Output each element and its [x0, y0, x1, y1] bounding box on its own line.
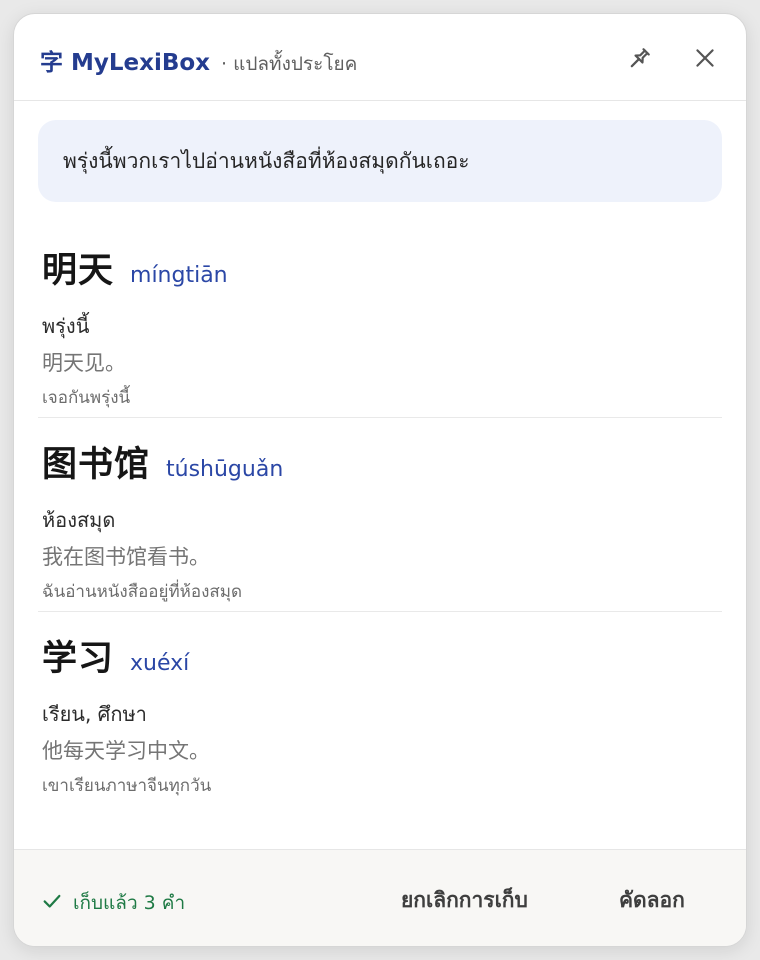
word-entry: 学习 xuéxí เรียน, ศึกษา 他每天学习中文。 เขาเรียนภ…: [38, 612, 722, 806]
entry-example-translation: ฉันอ่านหนังสืออยู่ที่ห้องสมุด: [42, 582, 243, 602]
word-entry: 图书馆 túshūguǎn ห้องสมุด 我在图书馆看书。 ฉันอ่านห…: [38, 418, 722, 612]
saved-status-text: เก็บแล้ว 3 คำ: [73, 892, 186, 914]
entry-example: 明天见。: [42, 351, 126, 375]
entry-pinyin: túshūguǎn: [166, 457, 284, 482]
brand-logo: 字: [40, 50, 63, 76]
entry-hanzi: 明天: [42, 251, 115, 291]
entry-head: 学习 xuéxí: [42, 630, 189, 681]
saved-status: เก็บแล้ว 3 คำ: [41, 888, 185, 918]
pin-button[interactable]: [621, 39, 659, 77]
source-sentence: พรุ่งนี้พวกเราไปอ่านหนังสือที่ห้องสมุดกั…: [63, 148, 470, 173]
mode-label: · แปลทั้งประโยค: [221, 53, 358, 75]
popup-footer: เก็บแล้ว 3 คำ ยกเลิกการเก็บ คัดลอก: [14, 849, 746, 946]
entry-hanzi: 图书馆: [42, 445, 151, 485]
popup-header: 字 MyLexiBox · แปลทั้งประโยค: [14, 14, 746, 101]
brand-name: MyLexiBox: [71, 50, 211, 76]
word-entry-list: 明天 míngtiān พรุ่งนี้ 明天见。 เจอกันพรุ่งนี้…: [38, 224, 722, 806]
entry-example-translation: เจอกันพรุ่งนี้: [42, 388, 131, 408]
copy-button[interactable]: คัดลอก: [619, 884, 685, 917]
pin-icon: [626, 44, 654, 72]
entry-meaning: พรุ่งนี้: [42, 314, 90, 338]
entry-example: 我在图书馆看书。: [42, 545, 210, 569]
entry-hanzi: 学习: [42, 639, 115, 679]
brand: 字 MyLexiBox · แปลทั้งประโยค: [40, 43, 357, 79]
close-button[interactable]: [686, 39, 724, 77]
entry-example: 他每天学习中文。: [42, 739, 210, 763]
unsave-button[interactable]: ยกเลิกการเก็บ: [401, 884, 528, 917]
lexibox-popup: 字 MyLexiBox · แปลทั้งประโยค พรุ่งนี้พวกเ…: [13, 13, 747, 947]
entry-pinyin: míngtiān: [130, 263, 228, 288]
entry-head: 图书馆 túshūguǎn: [42, 436, 283, 487]
entry-meaning: เรียน, ศึกษา: [42, 702, 147, 726]
check-icon: [41, 890, 63, 916]
entry-example-translation: เขาเรียนภาษาจีนทุกวัน: [42, 776, 212, 796]
entry-pinyin: xuéxí: [130, 651, 190, 676]
entry-head: 明天 míngtiān: [42, 242, 228, 293]
word-entry: 明天 míngtiān พรุ่งนี้ 明天见。 เจอกันพรุ่งนี้: [38, 224, 722, 418]
entry-meaning: ห้องสมุด: [42, 508, 116, 532]
close-icon: [692, 45, 718, 71]
source-sentence-box: พรุ่งนี้พวกเราไปอ่านหนังสือที่ห้องสมุดกั…: [38, 120, 722, 202]
